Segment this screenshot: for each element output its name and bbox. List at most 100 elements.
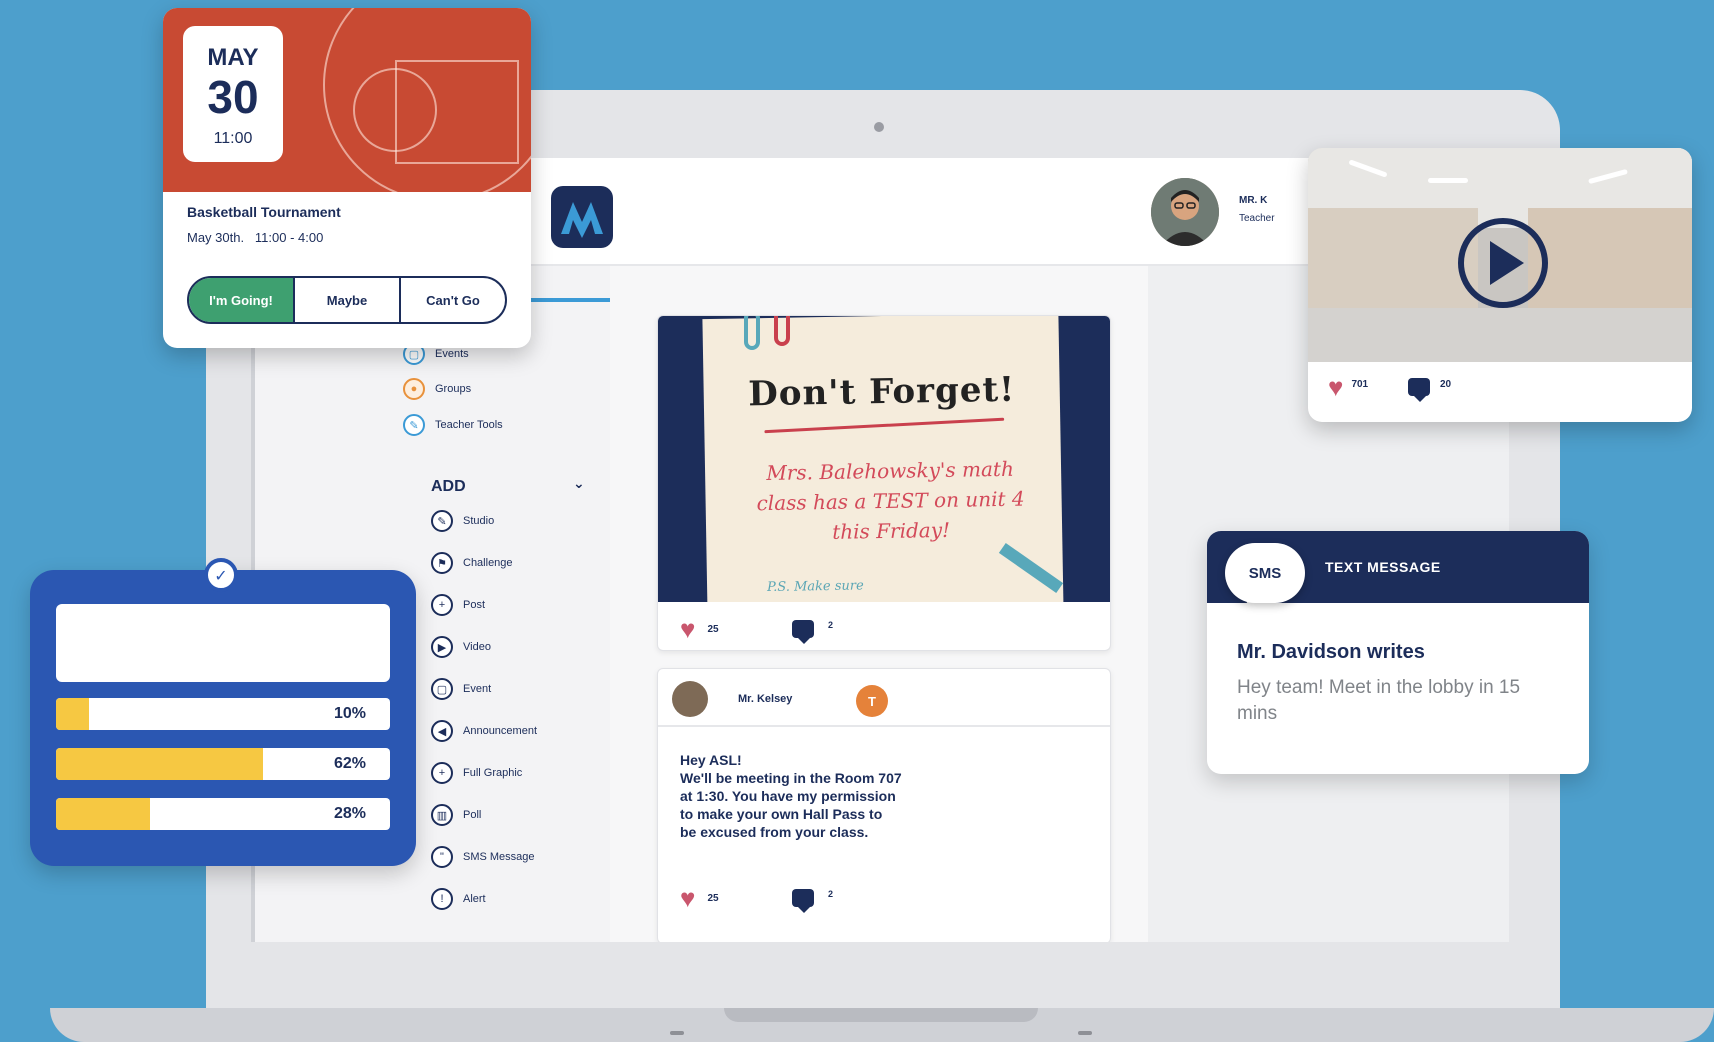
app-logo[interactable]	[551, 186, 613, 248]
add-section-header[interactable]: ADD	[431, 478, 466, 496]
poll-option[interactable]: 10%	[56, 698, 390, 730]
event-photo: MAY 30 11:00	[163, 8, 531, 192]
post-body: Hey ASL! We'll be meeting in the Room 70…	[680, 752, 902, 840]
chevron-down-icon[interactable]: ⌄	[573, 476, 585, 492]
going-button[interactable]: I'm Going!	[189, 278, 293, 322]
post-author[interactable]: Mr. Kelsey	[738, 693, 792, 705]
logo-mark-icon	[561, 202, 603, 238]
sidebar-item-studio[interactable]: ✎ Studio	[431, 510, 494, 532]
event-datetime: May 30th. 11:00 - 4:00	[187, 230, 324, 245]
groups-icon: ●	[403, 378, 425, 400]
message-post-card[interactable]: Mr. Kelsey T Hey ASL! We'll be meeting i…	[657, 668, 1111, 942]
video-thumbnail[interactable]	[1308, 148, 1692, 362]
sms-icon: "	[431, 846, 453, 868]
poll-percent: 28%	[333, 805, 366, 822]
sms-type-label: TEXT MESSAGE	[1325, 559, 1441, 575]
sidebar-item-sms-message[interactable]: " SMS Message	[431, 846, 535, 868]
poll-question	[56, 604, 390, 682]
note-title: Don't Forget!	[748, 369, 1016, 415]
poll-option[interactable]: 28%	[56, 798, 390, 830]
note-image: Don't Forget! Mrs. Balehowsky's math cla…	[658, 316, 1110, 602]
sidebar-item-event[interactable]: ▢ Event	[431, 678, 491, 700]
event-month: MAY	[207, 44, 259, 71]
check-icon: ✓	[204, 558, 238, 592]
like-count[interactable]: ♥ 701	[1328, 374, 1368, 400]
note-post-card[interactable]: Don't Forget! Mrs. Balehowsky's math cla…	[657, 315, 1111, 651]
sidebar-item-challenge[interactable]: ⚑ Challenge	[431, 552, 513, 574]
paperclip-icon	[774, 316, 790, 346]
active-tab-indicator	[531, 298, 610, 302]
comment-count-value: 2	[828, 889, 834, 899]
user-avatar[interactable]	[1151, 178, 1219, 246]
laptop-foot	[1078, 1031, 1092, 1035]
ceiling-light	[1428, 178, 1468, 183]
sidebar-item-post[interactable]: + Post	[431, 594, 485, 616]
sidebar-item-label: Event	[463, 683, 492, 695]
user-name: MR. K	[1239, 195, 1268, 206]
sidebar-item-label: Full Graphic	[463, 767, 523, 779]
note-underline	[764, 417, 1005, 434]
poll-percent: 10%	[333, 705, 366, 722]
plus-icon: +	[431, 594, 453, 616]
maybe-button[interactable]: Maybe	[293, 278, 399, 322]
sidebar-item-poll[interactable]: ▥ Poll	[431, 804, 481, 826]
poll-fill	[56, 798, 150, 830]
bar-chart-icon: ▥	[431, 804, 453, 826]
note-ps: P.S. Make sure	[766, 578, 864, 596]
comment-count[interactable]: 2	[792, 889, 834, 913]
sidebar-item-label: Alert	[463, 893, 486, 905]
poll-option[interactable]: 62%	[56, 748, 390, 780]
laptop-notch	[724, 1008, 1038, 1022]
sidebar-item-announcement[interactable]: ◀ Announcement	[431, 720, 537, 742]
sidebar-item-label: Teacher Tools	[435, 419, 503, 431]
sidebar-item-video[interactable]: ▶ Video	[431, 636, 491, 658]
sidebar-item-label: Poll	[463, 809, 482, 821]
user-role: Teacher	[1239, 213, 1275, 224]
sms-card[interactable]: SMS TEXT MESSAGE Mr. Davidson writes Hey…	[1207, 531, 1589, 774]
event-card[interactable]: MAY 30 11:00 Basketball Tournament May 3…	[163, 8, 531, 348]
sidebar-item-groups[interactable]: ● Groups	[403, 378, 471, 400]
heart-icon: ♥	[1328, 372, 1344, 402]
poll-fill	[56, 698, 90, 730]
sidebar-item-teacher-tools[interactable]: ✎ Teacher Tools	[403, 414, 503, 436]
alert-icon: !	[431, 888, 453, 910]
event-day: 30	[207, 71, 259, 123]
poll-card[interactable]: ✓ 10% 62% 28%	[30, 558, 416, 866]
comment-bubble-icon	[792, 620, 814, 644]
like-count-value: 701	[1351, 378, 1369, 390]
heart-icon: ♥	[680, 614, 696, 644]
calendar-icon: ▢	[431, 678, 453, 700]
post-header: Mr. Kelsey T	[658, 669, 1110, 727]
sidebar-item-label: Studio	[463, 515, 495, 527]
comment-bubble-icon	[792, 889, 814, 913]
plus-icon: +	[431, 762, 453, 784]
sidebar-item-label: Post	[463, 599, 486, 611]
sms-bubble-icon: SMS	[1225, 543, 1305, 603]
like-count[interactable]: ♥ 25	[680, 616, 719, 642]
sidebar-item-label: Challenge	[463, 557, 513, 569]
hallway-floor	[1308, 308, 1692, 362]
comment-count[interactable]: 20	[1408, 378, 1451, 402]
sidebar-item-label: Announcement	[463, 725, 537, 737]
poll-percent: 62%	[333, 755, 366, 772]
video-card[interactable]: ♥ 701 20	[1308, 148, 1692, 422]
like-count-value: 25	[707, 892, 719, 904]
paperclip-icon	[744, 316, 760, 350]
event-time: 11:00	[213, 130, 253, 147]
comment-bubble-icon	[1408, 378, 1430, 402]
comment-count-value: 2	[828, 620, 834, 630]
cant-go-button[interactable]: Can't Go	[399, 278, 505, 322]
sms-title: Mr. Davidson writes	[1237, 641, 1425, 663]
sidebar-item-alert[interactable]: ! Alert	[431, 888, 486, 910]
like-count[interactable]: ♥ 25	[680, 885, 719, 911]
comment-count[interactable]: 2	[792, 620, 834, 644]
event-date-box: MAY 30 11:00	[183, 26, 283, 162]
play-button[interactable]	[1458, 218, 1548, 308]
author-avatar[interactable]	[672, 681, 708, 717]
sms-text: Hey team! Meet in the lobby in 15 mins	[1237, 677, 1521, 724]
rsvp-group: I'm Going! Maybe Can't Go	[187, 276, 507, 324]
wrench-icon: ✎	[403, 414, 425, 436]
sidebar-item-full-graphic[interactable]: + Full Graphic	[431, 762, 522, 784]
event-title: Basketball Tournament	[187, 204, 341, 220]
studio-icon: ✎	[431, 510, 453, 532]
